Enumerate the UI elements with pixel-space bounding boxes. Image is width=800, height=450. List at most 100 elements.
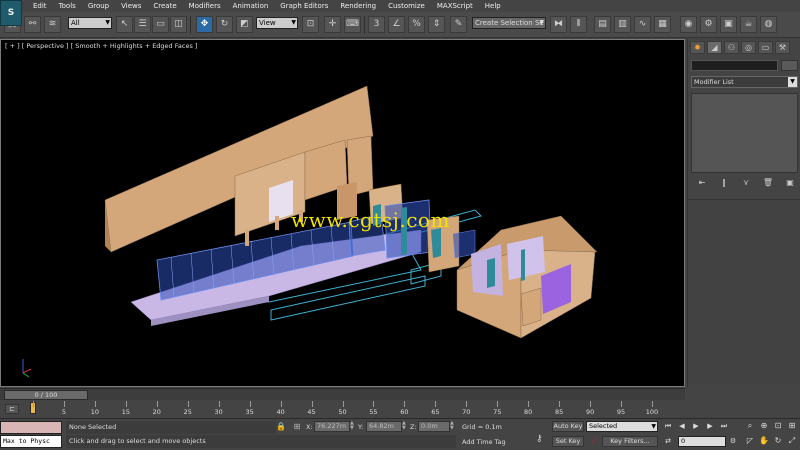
pin-stack-icon[interactable]: ⇤ [696, 177, 708, 188]
menu-views[interactable]: Views [115, 0, 147, 12]
play-icon[interactable]: ▶ [690, 421, 702, 432]
selection-filter-dropdown[interactable]: All ▼ [68, 17, 112, 29]
menu-edit[interactable]: Edit [27, 0, 53, 12]
go-to-start-icon[interactable]: ⏮ [662, 421, 674, 432]
maxscript-listener[interactable]: Max to Physc [0, 435, 62, 448]
key-icon[interactable]: ⚷ [536, 433, 550, 445]
set-key-button[interactable]: Set Key [552, 436, 584, 447]
trackbar-tick [187, 401, 189, 407]
modifier-list-dropdown[interactable]: Modifier List ▼ [691, 76, 798, 88]
utilities-tab-icon[interactable]: ⚒ [775, 41, 790, 54]
keyboard-shortcut-icon[interactable]: ⌨ [344, 16, 361, 33]
object-color-swatch[interactable] [781, 60, 798, 71]
absolute-mode-icon[interactable]: ⊞ [292, 422, 302, 432]
app-logo-icon[interactable]: S [0, 0, 22, 26]
x-coordinate-field[interactable]: 76.227m [314, 421, 350, 432]
percent-snap-icon[interactable]: % [408, 16, 425, 33]
pivot-center-icon[interactable]: ⊡ [302, 16, 319, 33]
menu-maxscript[interactable]: MAXScript [431, 0, 479, 12]
ribbon-icon[interactable]: ▥ [614, 16, 631, 33]
z-spinner-icon[interactable]: ▲ ▼ [450, 421, 455, 432]
field-of-view-icon[interactable]: ◸ [744, 435, 756, 447]
zoom-extents-icon[interactable]: ⊡ [772, 420, 784, 432]
select-by-name-icon[interactable]: ☰ [134, 16, 151, 33]
maxscript-output[interactable] [0, 421, 62, 434]
mirror-icon[interactable]: ⧓ [550, 16, 567, 33]
current-frame-field[interactable]: 0 [678, 436, 726, 447]
lock-icon[interactable]: 🔒 [276, 422, 286, 432]
select-manipulate-icon[interactable]: ✛ [324, 16, 341, 33]
rect-selection-icon[interactable]: ▭ [152, 16, 169, 33]
key-mode-dropdown[interactable]: Selected ▼ [586, 421, 658, 432]
display-tab-icon[interactable]: ▭ [758, 41, 773, 54]
edit-named-selection-icon[interactable]: ✎ [450, 16, 467, 33]
render-production-icon[interactable]: ☕ [740, 16, 757, 33]
select-rotate-icon[interactable]: ↻ [216, 16, 233, 33]
z-coordinate-field[interactable]: 0.0m [418, 421, 450, 432]
trackbar[interactable]: ⊏ 5 10 15 20 25 30 35 40 45 50 55 60 65 70 75 80 85 90 95 1… [0, 401, 685, 418]
menu-animation[interactable]: Animation [227, 0, 275, 12]
menu-modifiers[interactable]: Modifiers [183, 0, 227, 12]
menu-graph-editors[interactable]: Graph Editors [274, 0, 334, 12]
mini-curve-editor-icon[interactable]: ⊏ [5, 404, 19, 414]
motion-tab-icon[interactable]: ◎ [741, 41, 756, 54]
remove-modifier-icon[interactable]: 🗑 [762, 177, 774, 188]
add-time-tag-button[interactable]: Add Time Tag [462, 436, 506, 448]
y-coordinate-field[interactable]: 64.82m [366, 421, 402, 432]
modifier-stack[interactable] [691, 93, 798, 173]
perspective-viewport[interactable]: [ + ] [ Perspective ] [ Smooth + Highlig… [0, 39, 685, 387]
schematic-view-icon[interactable]: ▦ [654, 16, 671, 33]
status-bar: Max to Physc None Selected Click and dra… [0, 418, 800, 450]
select-scale-icon[interactable]: ◩ [236, 16, 253, 33]
menu-customize[interactable]: Customize [382, 0, 431, 12]
align-icon[interactable]: ⫴ [570, 16, 587, 33]
menu-help[interactable]: Help [479, 0, 507, 12]
zoom-all-icon[interactable]: ⊕ [758, 420, 770, 432]
pan-view-icon[interactable]: ✋ [758, 435, 770, 447]
viewport-label[interactable]: [ + ] [ Perspective ] [ Smooth + Highlig… [5, 42, 197, 50]
snap-toggle-icon[interactable]: 3 [368, 16, 385, 33]
x-spinner-icon[interactable]: ▲ ▼ [350, 421, 355, 432]
key-filters-button[interactable]: Key Filters... [602, 436, 658, 447]
zoom-extents-all-icon[interactable]: ⊞ [786, 420, 798, 432]
render-iterative-icon[interactable]: ◍ [760, 16, 777, 33]
named-selection-field[interactable]: Create Selection Se ▼ [472, 17, 546, 29]
bind-space-warp-icon[interactable]: ≋ [44, 16, 61, 33]
unlink-icon[interactable]: ⚯ [24, 16, 41, 33]
time-slider[interactable]: 0 / 100 [0, 388, 685, 400]
show-end-result-icon[interactable]: ‖ [718, 177, 730, 188]
window-crossing-icon[interactable]: ◫ [170, 16, 187, 33]
menu-rendering[interactable]: Rendering [334, 0, 382, 12]
render-setup-icon[interactable]: ⚙ [700, 16, 717, 33]
orbit-icon[interactable]: ↻ [772, 435, 784, 447]
auto-key-button[interactable]: Auto Key [552, 421, 584, 432]
curve-editor-icon[interactable]: ∿ [634, 16, 651, 33]
configure-modifier-sets-icon[interactable]: ▣ [784, 177, 796, 188]
key-mode-toggle-icon[interactable]: ⇄ [662, 436, 674, 447]
next-frame-icon[interactable]: ▶ [704, 421, 716, 432]
time-slider-thumb[interactable]: 0 / 100 [4, 390, 88, 400]
layer-manager-icon[interactable]: ▤ [594, 16, 611, 33]
modify-tab-icon[interactable]: ◢ [707, 41, 722, 54]
object-name-field[interactable] [691, 60, 778, 71]
y-spinner-icon[interactable]: ▲ ▼ [402, 421, 407, 432]
select-move-icon[interactable]: ✥ [196, 16, 213, 33]
spinner-snap-icon[interactable]: ⇕ [428, 16, 445, 33]
menu-group[interactable]: Group [82, 0, 115, 12]
menu-tools[interactable]: Tools [53, 0, 82, 12]
set-keys-icon[interactable]: ⟋ [588, 436, 600, 447]
maximize-viewport-icon[interactable]: ⤢ [786, 435, 798, 447]
previous-frame-icon[interactable]: ◀ [676, 421, 688, 432]
time-configuration-icon[interactable]: ⚙ [727, 436, 739, 447]
menu-create[interactable]: Create [147, 0, 182, 12]
angle-snap-icon[interactable]: ∠ [388, 16, 405, 33]
create-tab-icon[interactable]: ✹ [690, 41, 705, 54]
reference-coord-dropdown[interactable]: View ▼ [256, 17, 298, 29]
select-object-icon[interactable]: ↖ [116, 16, 133, 33]
go-to-end-icon[interactable]: ⏭ [718, 421, 730, 432]
zoom-icon[interactable]: ⌕ [744, 420, 756, 432]
material-editor-icon[interactable]: ◉ [680, 16, 697, 33]
hierarchy-tab-icon[interactable]: ⚇ [724, 41, 739, 54]
make-unique-icon[interactable]: ⋎ [740, 177, 752, 188]
rendered-frame-window-icon[interactable]: ▣ [720, 16, 737, 33]
